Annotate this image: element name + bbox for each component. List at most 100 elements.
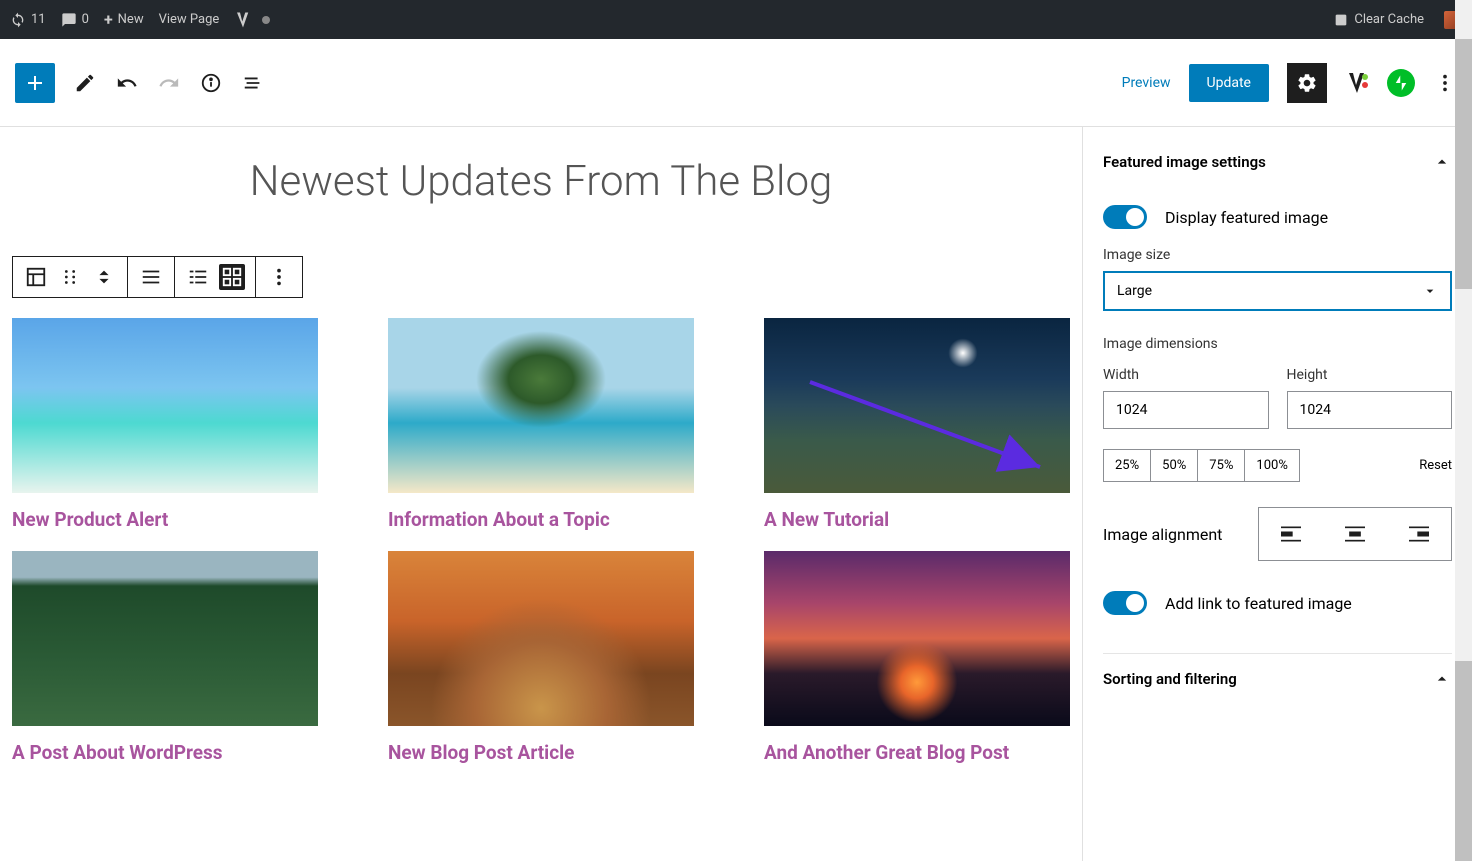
post-thumbnail	[764, 551, 1070, 726]
yoast-colored-icon	[1345, 71, 1369, 95]
block-toolbar	[12, 256, 303, 298]
add-link-toggle[interactable]	[1103, 591, 1147, 615]
grid-view-icon	[221, 266, 243, 288]
block-type-button[interactable]	[23, 264, 49, 290]
jetpack-icon	[1392, 74, 1410, 92]
post-thumbnail	[388, 318, 694, 493]
post-card[interactable]: A New Tutorial	[764, 318, 1070, 531]
width-input[interactable]	[1103, 391, 1269, 429]
new-label: New	[118, 12, 144, 27]
align-center-icon	[1345, 526, 1365, 542]
percent-button[interactable]: 75%	[1198, 450, 1245, 481]
pencil-icon	[74, 72, 96, 94]
editor-toolbar: Preview Update	[0, 39, 1472, 127]
display-featured-toggle[interactable]	[1103, 205, 1147, 229]
chevron-updown-icon	[93, 266, 115, 288]
post-card[interactable]: New Product Alert	[12, 318, 318, 531]
chevron-up-icon	[1432, 152, 1452, 172]
width-label: Width	[1103, 367, 1269, 383]
gear-icon	[1296, 72, 1318, 94]
info-button[interactable]	[199, 71, 223, 95]
block-icon	[25, 266, 47, 288]
admin-yoast[interactable]	[234, 11, 270, 29]
post-title[interactable]: New Product Alert	[12, 508, 318, 531]
align-center-button[interactable]	[1323, 508, 1387, 560]
edit-tool-button[interactable]	[73, 71, 97, 95]
post-thumbnail	[12, 318, 318, 493]
refresh-icon	[10, 12, 26, 28]
sorting-filtering-panel-header[interactable]: Sorting and filtering	[1103, 653, 1452, 704]
align-left-icon	[1281, 526, 1301, 542]
percent-button[interactable]: 100%	[1245, 450, 1298, 481]
move-up-down[interactable]	[91, 264, 117, 290]
grid-view-button[interactable]	[219, 264, 245, 290]
settings-button[interactable]	[1287, 63, 1327, 103]
align-right-icon	[1409, 526, 1429, 542]
align-left-button[interactable]	[1259, 508, 1323, 560]
drag-icon	[59, 266, 81, 288]
undo-button[interactable]	[115, 71, 139, 95]
image-dimensions-label: Image dimensions	[1103, 336, 1452, 352]
more-options-button[interactable]	[1433, 71, 1457, 95]
admin-new[interactable]: + New	[104, 10, 144, 29]
jetpack-button[interactable]	[1387, 69, 1415, 97]
post-card[interactable]: And Another Great Blog Post	[764, 551, 1070, 764]
undo-icon	[116, 72, 138, 94]
editor-canvas: Newest Updates From The Blog New Product…	[0, 127, 1082, 861]
post-thumbnail	[764, 318, 1070, 493]
redo-button[interactable]	[157, 71, 181, 95]
image-size-label: Image size	[1103, 247, 1452, 263]
admin-bar: 11 0 + New View Page Clear Cache	[0, 0, 1472, 39]
percent-button[interactable]: 25%	[1104, 450, 1151, 481]
post-title[interactable]: And Another Great Blog Post	[764, 741, 1070, 764]
admin-clear-cache[interactable]: Clear Cache	[1333, 12, 1424, 28]
align-icon	[140, 266, 162, 288]
yoast-sidebar-button[interactable]	[1345, 71, 1369, 95]
plus-icon	[23, 71, 47, 95]
add-block-button[interactable]	[15, 63, 55, 103]
admin-updates[interactable]: 11	[10, 12, 46, 28]
image-size-select[interactable]: Large	[1103, 271, 1452, 311]
chevron-up-icon	[1432, 669, 1452, 689]
post-card[interactable]: A Post About WordPress	[12, 551, 318, 764]
posts-grid: New Product Alert Information About a Top…	[12, 318, 1070, 764]
admin-comments[interactable]: 0	[61, 12, 89, 28]
height-label: Height	[1287, 367, 1453, 383]
status-dot-icon	[262, 16, 270, 24]
reset-button[interactable]: Reset	[1419, 458, 1452, 473]
preview-link[interactable]: Preview	[1122, 75, 1171, 91]
comment-icon	[61, 12, 77, 28]
block-more-button[interactable]	[266, 264, 292, 290]
yoast-icon	[234, 11, 252, 29]
post-title[interactable]: Information About a Topic	[388, 508, 694, 531]
post-title[interactable]: A Post About WordPress	[12, 741, 318, 764]
percent-button[interactable]: 50%	[1151, 450, 1198, 481]
comments-count: 0	[82, 12, 89, 27]
display-featured-label: Display featured image	[1165, 208, 1328, 227]
height-input[interactable]	[1287, 391, 1453, 429]
post-thumbnail	[12, 551, 318, 726]
outline-button[interactable]	[241, 71, 265, 95]
update-button[interactable]: Update	[1189, 64, 1269, 102]
cache-icon	[1333, 12, 1349, 28]
kebab-icon	[268, 266, 290, 288]
post-title[interactable]: A New Tutorial	[764, 508, 1070, 531]
featured-image-panel-header[interactable]: Featured image settings	[1103, 147, 1452, 187]
plus-icon: +	[104, 10, 113, 29]
kebab-icon	[1434, 72, 1456, 94]
settings-sidebar: Featured image settings Display featured…	[1082, 127, 1472, 861]
post-title[interactable]: New Blog Post Article	[388, 741, 694, 764]
align-button[interactable]	[138, 264, 164, 290]
page-title[interactable]: Newest Updates From The Blog	[12, 157, 1070, 206]
list-view-button[interactable]	[185, 264, 211, 290]
window-scrollbar[interactable]	[1455, 0, 1472, 861]
post-card[interactable]: Information About a Topic	[388, 318, 694, 531]
drag-handle[interactable]	[57, 264, 83, 290]
list-icon	[242, 72, 264, 94]
admin-view-page[interactable]: View Page	[159, 12, 220, 27]
post-card[interactable]: New Blog Post Article	[388, 551, 694, 764]
align-right-button[interactable]	[1387, 508, 1451, 560]
post-thumbnail	[388, 551, 694, 726]
redo-icon	[158, 72, 180, 94]
info-icon	[200, 72, 222, 94]
